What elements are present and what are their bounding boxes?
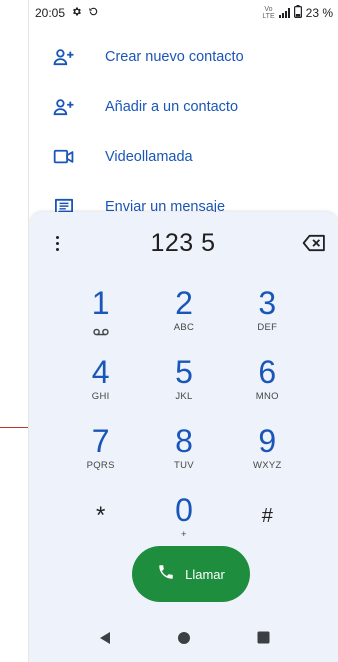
key-6[interactable]: 6 MNO bbox=[232, 355, 302, 417]
key-digit: * bbox=[95, 502, 106, 529]
call-button[interactable]: Llamar bbox=[132, 546, 250, 602]
sync-icon bbox=[88, 6, 99, 20]
phone-screen: 20:05 Vo LTE 23 % Crear nuevo contacto A… bbox=[28, 0, 338, 662]
signal-icon bbox=[278, 8, 290, 18]
keypad: 1 2 ABC 3 DEF 4 GHI 5 JKL 6 MNO 7 PQRS 8… bbox=[29, 286, 338, 562]
key-1[interactable]: 1 bbox=[66, 286, 136, 348]
home-icon[interactable] bbox=[177, 631, 191, 650]
key-3[interactable]: 3 DEF bbox=[232, 286, 302, 348]
keypad-row: 7 PQRS 8 TUV 9 WXYZ bbox=[29, 424, 338, 493]
key-8[interactable]: 8 TUV bbox=[149, 424, 219, 486]
key-digit: 5 bbox=[175, 354, 193, 390]
key-digit: 3 bbox=[258, 285, 277, 321]
key-7[interactable]: 7 PQRS bbox=[66, 424, 136, 486]
action-label: Crear nuevo contacto bbox=[105, 49, 244, 65]
recents-icon[interactable] bbox=[257, 631, 270, 649]
key-letters: GHI bbox=[91, 391, 110, 402]
key-9[interactable]: 9 WXYZ bbox=[232, 424, 302, 486]
status-time: 20:05 bbox=[35, 6, 66, 20]
status-right: Vo LTE 23 % bbox=[262, 5, 333, 21]
system-nav-bar bbox=[29, 620, 338, 660]
key-letters: + bbox=[181, 529, 187, 540]
key-digit: 6 bbox=[258, 354, 277, 390]
key-letters: MNO bbox=[255, 391, 279, 402]
action-label: Videollamada bbox=[105, 149, 193, 165]
person-add-icon bbox=[51, 46, 77, 68]
action-video-call[interactable]: Videollamada bbox=[29, 132, 338, 182]
call-button-label: Llamar bbox=[185, 566, 225, 582]
action-label: Añadir a un contacto bbox=[105, 99, 239, 115]
key-digit: 7 bbox=[91, 423, 110, 459]
key-5[interactable]: 5 JKL bbox=[149, 355, 219, 417]
settings-gear-icon bbox=[71, 6, 82, 20]
keypad-row: 1 2 ABC 3 DEF bbox=[29, 286, 338, 355]
key-letters: JKL bbox=[175, 391, 193, 402]
volte-bottom-label: LTE bbox=[262, 13, 275, 20]
key-digit: 1 bbox=[91, 285, 110, 321]
status-left: 20:05 bbox=[35, 6, 99, 20]
key-2[interactable]: 2 ABC bbox=[149, 286, 219, 348]
videocam-icon bbox=[51, 146, 77, 168]
key-letters: ABC bbox=[173, 322, 195, 333]
key-digit: # bbox=[261, 505, 273, 527]
dialpad-panel: 123 5 1 2 ABC 3 DEF 4 GHI 5 JKL 6 MNO 7 … bbox=[29, 212, 338, 662]
key-letters: WXYZ bbox=[252, 460, 282, 471]
number-bar: 123 5 bbox=[29, 226, 338, 260]
phone-icon bbox=[157, 563, 175, 586]
battery-percent: 23 % bbox=[305, 6, 333, 20]
overflow-menu-icon[interactable] bbox=[49, 231, 65, 255]
volte-icon: Vo LTE bbox=[262, 6, 274, 20]
status-bar: 20:05 Vo LTE 23 % bbox=[29, 0, 338, 26]
keypad-row: 4 GHI 5 JKL 6 MNO bbox=[29, 355, 338, 424]
dialed-number[interactable]: 123 5 bbox=[150, 229, 215, 258]
key-4[interactable]: 4 GHI bbox=[66, 355, 136, 417]
backspace-icon[interactable] bbox=[301, 233, 327, 253]
volte-top-label: Vo bbox=[264, 6, 273, 13]
key-digit: 4 bbox=[91, 354, 110, 390]
key-star[interactable]: * bbox=[66, 493, 136, 555]
key-digit: 8 bbox=[175, 423, 193, 459]
key-letters: PQRS bbox=[86, 460, 115, 471]
back-icon[interactable] bbox=[98, 631, 112, 650]
battery-icon bbox=[293, 5, 302, 21]
person-add-icon bbox=[51, 96, 77, 118]
voicemail-icon bbox=[92, 323, 109, 341]
key-letters: DEF bbox=[257, 322, 278, 333]
action-add-to-contact[interactable]: Añadir a un contacto bbox=[29, 82, 338, 132]
key-hash[interactable]: # bbox=[232, 493, 302, 555]
contact-actions-list: Crear nuevo contacto Añadir a un contact… bbox=[29, 32, 338, 232]
action-create-contact[interactable]: Crear nuevo contacto bbox=[29, 32, 338, 82]
key-digit: 0 bbox=[175, 492, 193, 528]
key-letters: TUV bbox=[174, 460, 194, 471]
key-digit: 2 bbox=[175, 285, 193, 321]
key-digit: 9 bbox=[258, 423, 277, 459]
